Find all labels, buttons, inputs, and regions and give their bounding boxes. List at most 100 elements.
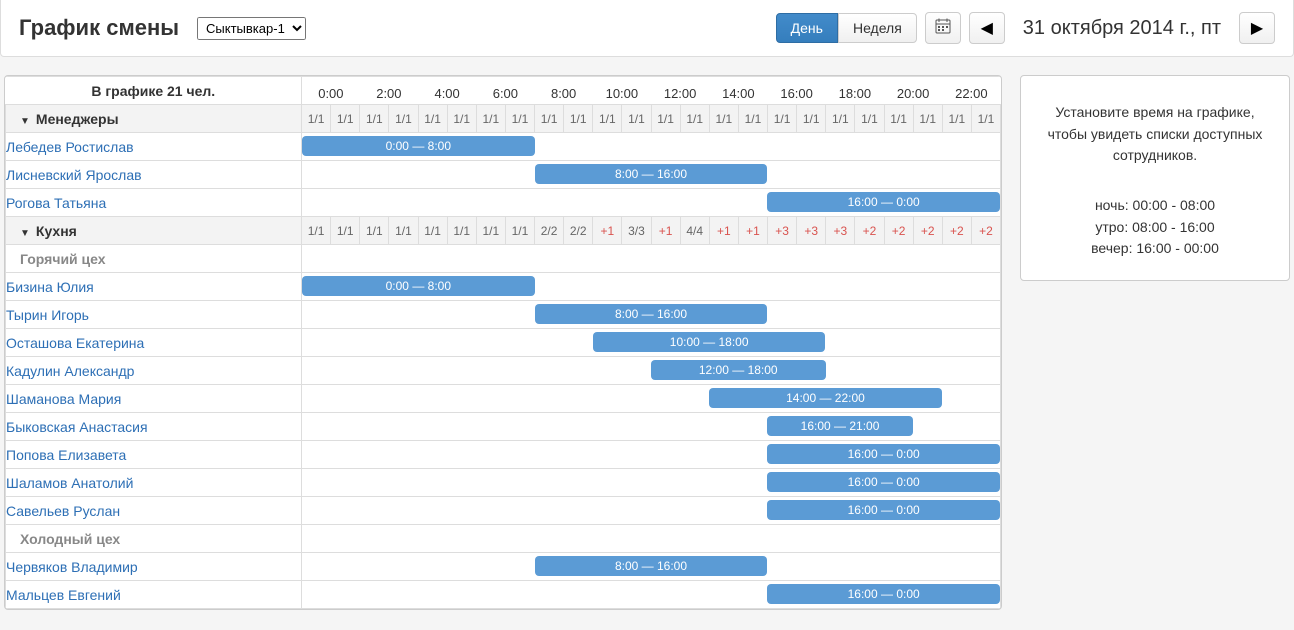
shift-bar[interactable]: 8:00 — 16:00 <box>535 556 768 576</box>
location-select[interactable]: Сыктывкар-1 <box>197 17 306 40</box>
shift-bar[interactable]: 10:00 — 18:00 <box>593 332 826 352</box>
group-count: +1 <box>709 217 738 245</box>
view-toggle: День Неделя <box>776 13 917 43</box>
time-header: 22:00 <box>942 77 1000 105</box>
group-count: 1/1 <box>797 105 826 133</box>
group-count: 1/1 <box>389 217 418 245</box>
time-header: 10:00 <box>593 77 651 105</box>
group-count: 2/2 <box>564 217 593 245</box>
group-count: 1/1 <box>884 105 913 133</box>
employee-link[interactable]: Быковская Анастасия <box>6 419 148 435</box>
chevron-left-icon: ◀ <box>981 18 993 38</box>
schedule-panel: В графике 21 чел.0:002:004:006:008:0010:… <box>4 75 1002 610</box>
shift-cell[interactable]: 10:00 — 18:00 <box>302 329 1001 357</box>
employee-link[interactable]: Осташова Екатерина <box>6 335 144 351</box>
group-count: 1/1 <box>564 105 593 133</box>
time-header: 16:00 <box>768 77 826 105</box>
shift-bar[interactable]: 16:00 — 0:00 <box>767 472 1000 492</box>
page-title: График смены <box>19 15 179 41</box>
next-date-button[interactable]: ▶ <box>1239 12 1275 44</box>
employee-link[interactable]: Мальцев Евгений <box>6 587 121 603</box>
group-header[interactable]: ▼Кухня <box>6 217 302 245</box>
shift-cell[interactable]: 8:00 — 16:00 <box>302 301 1001 329</box>
shift-cell[interactable]: 16:00 — 0:00 <box>302 497 1001 525</box>
employee-link[interactable]: Шаманова Мария <box>6 391 121 407</box>
shift-cell[interactable]: 16:00 — 0:00 <box>302 469 1001 497</box>
group-count: +2 <box>971 217 1000 245</box>
group-count: 1/1 <box>447 105 476 133</box>
shift-cell[interactable]: 0:00 — 8:00 <box>302 133 1001 161</box>
schedule-table: В графике 21 чел.0:002:004:006:008:0010:… <box>5 76 1001 609</box>
shift-bar[interactable]: 16:00 — 21:00 <box>767 416 912 436</box>
shift-cell[interactable]: 0:00 — 8:00 <box>302 273 1001 301</box>
group-count: 1/1 <box>651 105 680 133</box>
employee-link[interactable]: Червяков Владимир <box>6 559 138 575</box>
group-count: 2/2 <box>535 217 564 245</box>
shift-bar[interactable]: 8:00 — 16:00 <box>535 304 768 324</box>
group-count: 1/1 <box>418 105 447 133</box>
subgroup-header: Холодный цех <box>6 525 302 553</box>
group-count: 1/1 <box>680 105 709 133</box>
group-count: 1/1 <box>302 105 331 133</box>
shift-cell[interactable]: 16:00 — 0:00 <box>302 581 1001 609</box>
employee-link[interactable]: Шаламов Анатолий <box>6 475 133 491</box>
side-line-night: ночь: 00:00 - 08:00 <box>1035 195 1275 217</box>
group-count: 1/1 <box>738 105 767 133</box>
employee-link[interactable]: Лисневский Ярослав <box>6 167 142 183</box>
group-header[interactable]: ▼Менеджеры <box>6 105 302 133</box>
group-count: 1/1 <box>476 105 505 133</box>
shift-cell[interactable]: 8:00 — 16:00 <box>302 161 1001 189</box>
shift-cell[interactable]: 16:00 — 0:00 <box>302 189 1001 217</box>
shift-bar[interactable]: 16:00 — 0:00 <box>767 444 1000 464</box>
group-count: 1/1 <box>535 105 564 133</box>
schedule-summary: В графике 21 чел. <box>6 77 302 105</box>
employee-link[interactable]: Тырин Игорь <box>6 307 89 323</box>
prev-date-button[interactable]: ◀ <box>969 12 1005 44</box>
group-count: 1/1 <box>476 217 505 245</box>
employee-link[interactable]: Бизина Юлия <box>6 279 94 295</box>
shift-bar[interactable]: 16:00 — 0:00 <box>767 500 1000 520</box>
group-count: 4/4 <box>680 217 709 245</box>
chevron-down-icon: ▼ <box>20 228 30 239</box>
shift-cell[interactable]: 8:00 — 16:00 <box>302 553 1001 581</box>
employee-link[interactable]: Кадулин Александр <box>6 363 134 379</box>
view-day-button[interactable]: День <box>776 13 838 43</box>
group-count: 1/1 <box>622 105 651 133</box>
shift-bar[interactable]: 16:00 — 0:00 <box>767 584 1000 604</box>
time-header: 4:00 <box>418 77 476 105</box>
view-week-button[interactable]: Неделя <box>838 13 917 43</box>
group-count: +3 <box>797 217 826 245</box>
chevron-right-icon: ▶ <box>1251 18 1263 38</box>
group-count: 1/1 <box>593 105 622 133</box>
group-count: 1/1 <box>505 105 534 133</box>
shift-bar[interactable]: 8:00 — 16:00 <box>535 164 768 184</box>
group-count: +1 <box>651 217 680 245</box>
shift-cell[interactable]: 16:00 — 21:00 <box>302 413 1001 441</box>
time-header: 20:00 <box>884 77 942 105</box>
shift-bar[interactable]: 14:00 — 22:00 <box>709 388 942 408</box>
employee-link[interactable]: Попова Елизавета <box>6 447 126 463</box>
employee-link[interactable]: Лебедев Ростислав <box>6 139 134 155</box>
time-header: 6:00 <box>476 77 534 105</box>
calendar-button[interactable] <box>925 12 961 44</box>
shift-bar[interactable]: 0:00 — 8:00 <box>302 276 535 296</box>
employee-link[interactable]: Рогова Татьяна <box>6 195 106 211</box>
shift-bar[interactable]: 16:00 — 0:00 <box>767 192 1000 212</box>
shift-cell[interactable]: 14:00 — 22:00 <box>302 385 1001 413</box>
employee-link[interactable]: Савельев Руслан <box>6 503 120 519</box>
side-line-evening: вечер: 16:00 - 00:00 <box>1035 238 1275 260</box>
group-count: 1/1 <box>389 105 418 133</box>
shift-bar[interactable]: 0:00 — 8:00 <box>302 136 535 156</box>
shift-bar[interactable]: 12:00 — 18:00 <box>651 360 826 380</box>
group-count: 1/1 <box>971 105 1000 133</box>
group-count: 1/1 <box>709 105 738 133</box>
group-count: 1/1 <box>302 217 331 245</box>
group-count: 1/1 <box>360 105 389 133</box>
group-count: 1/1 <box>447 217 476 245</box>
group-count: 1/1 <box>942 105 971 133</box>
group-count: +2 <box>913 217 942 245</box>
group-count: +2 <box>855 217 884 245</box>
shift-cell[interactable]: 12:00 — 18:00 <box>302 357 1001 385</box>
shift-cell[interactable]: 16:00 — 0:00 <box>302 441 1001 469</box>
topbar: График смены Сыктывкар-1 День Неделя ◀ 3… <box>0 0 1294 57</box>
